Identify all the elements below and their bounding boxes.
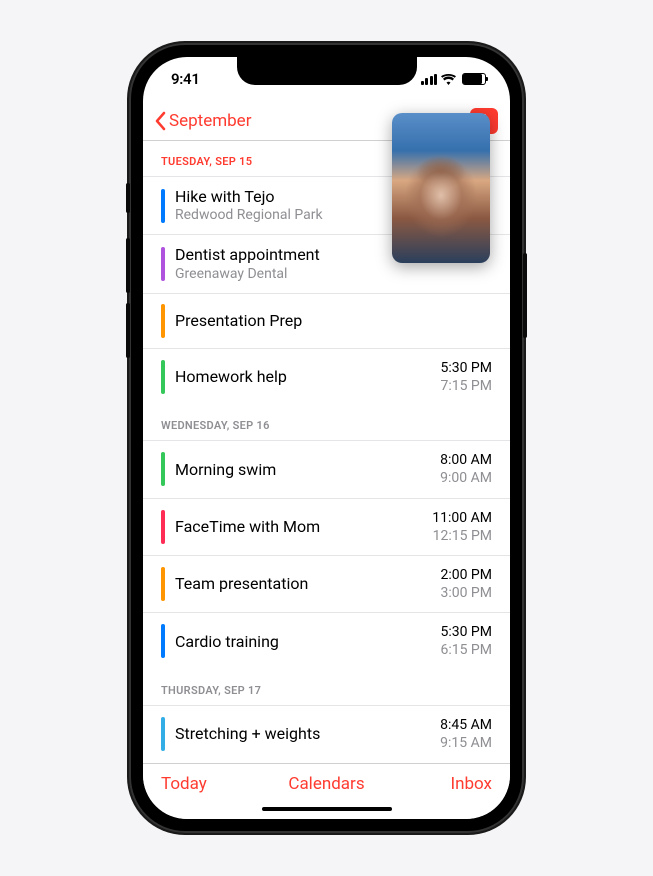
event-times: 2:00 PM3:00 PM [440, 566, 492, 602]
event-times: 8:45 AM9:15 AM [440, 716, 492, 752]
event-info: Cardio training [175, 632, 440, 651]
power-button [523, 253, 527, 338]
event-start-time: 5:30 PM [440, 359, 492, 377]
volume-up-button [126, 238, 130, 293]
event-row[interactable]: Cardio training5:30 PM6:15 PM [143, 612, 510, 669]
event-row[interactable]: Presentation Prep [143, 293, 510, 348]
event-color-bar [161, 452, 165, 486]
tab-today[interactable]: Today [161, 774, 271, 794]
event-row[interactable]: FaceTime with Mom11:00 AM12:15 PM [143, 498, 510, 555]
cellular-signal-icon [421, 74, 438, 85]
status-time: 9:41 [171, 70, 200, 88]
event-color-bar [161, 624, 165, 658]
tab-inbox[interactable]: Inbox [382, 774, 492, 794]
back-button[interactable]: September [155, 111, 251, 131]
mute-switch [126, 183, 130, 213]
event-start-time: 11:00 AM [432, 509, 492, 527]
event-info: Team presentation [175, 574, 440, 593]
status-icons [421, 73, 487, 85]
screen: 9:41 September [143, 57, 510, 819]
day-header: WEDNESDAY, SEP 16 [143, 405, 510, 440]
event-times: 11:00 AM12:15 PM [432, 509, 492, 545]
event-start-time: 8:00 AM [440, 451, 492, 469]
event-color-bar [161, 360, 165, 394]
event-subtitle: Greenaway Dental [175, 265, 492, 283]
event-end-time: 9:00 AM [440, 469, 492, 487]
event-color-bar [161, 189, 165, 223]
event-info: FaceTime with Mom [175, 517, 432, 536]
event-end-time: 3:00 PM [440, 584, 492, 602]
event-info: Morning swim [175, 460, 440, 479]
event-title: Homework help [175, 367, 440, 386]
tab-calendars[interactable]: Calendars [271, 774, 381, 794]
event-info: Homework help [175, 367, 440, 386]
volume-down-button [126, 303, 130, 358]
facetime-pip[interactable] [392, 113, 490, 263]
event-color-bar [161, 717, 165, 751]
event-start-time: 5:30 PM [440, 623, 492, 641]
event-end-time: 7:15 PM [440, 377, 492, 395]
home-indicator[interactable] [262, 807, 392, 811]
event-times: 8:00 AM9:00 AM [440, 451, 492, 487]
event-row[interactable]: Morning swim8:00 AM9:00 AM [143, 440, 510, 497]
event-title: Cardio training [175, 632, 440, 651]
notch [237, 57, 417, 85]
event-info: Presentation Prep [175, 311, 492, 330]
event-start-time: 2:00 PM [440, 566, 492, 584]
event-end-time: 6:15 PM [440, 641, 492, 659]
event-row[interactable]: Team presentation2:00 PM3:00 PM [143, 555, 510, 612]
event-color-bar [161, 304, 165, 338]
event-end-time: 9:15 AM [440, 734, 492, 752]
event-color-bar [161, 247, 165, 281]
event-row[interactable]: Homework help5:30 PM7:15 PM [143, 348, 510, 405]
event-title: Morning swim [175, 460, 440, 479]
event-title: FaceTime with Mom [175, 517, 432, 536]
wifi-icon [441, 74, 456, 85]
chevron-back-icon [155, 111, 167, 131]
event-start-time: 8:45 AM [440, 716, 492, 734]
event-info: Stretching + weights [175, 724, 440, 743]
event-times: 5:30 PM7:15 PM [440, 359, 492, 395]
event-end-time: 12:15 PM [432, 527, 492, 545]
event-color-bar [161, 510, 165, 544]
phone-frame: 9:41 September [129, 43, 524, 833]
event-row[interactable]: Stretching + weights8:45 AM9:15 AM [143, 705, 510, 762]
event-title: Presentation Prep [175, 311, 492, 330]
event-title: Team presentation [175, 574, 440, 593]
day-header: THURSDAY, SEP 17 [143, 670, 510, 705]
back-label: September [169, 111, 251, 131]
battery-icon [462, 73, 486, 85]
event-times: 5:30 PM6:15 PM [440, 623, 492, 659]
event-color-bar [161, 567, 165, 601]
event-title: Stretching + weights [175, 724, 440, 743]
